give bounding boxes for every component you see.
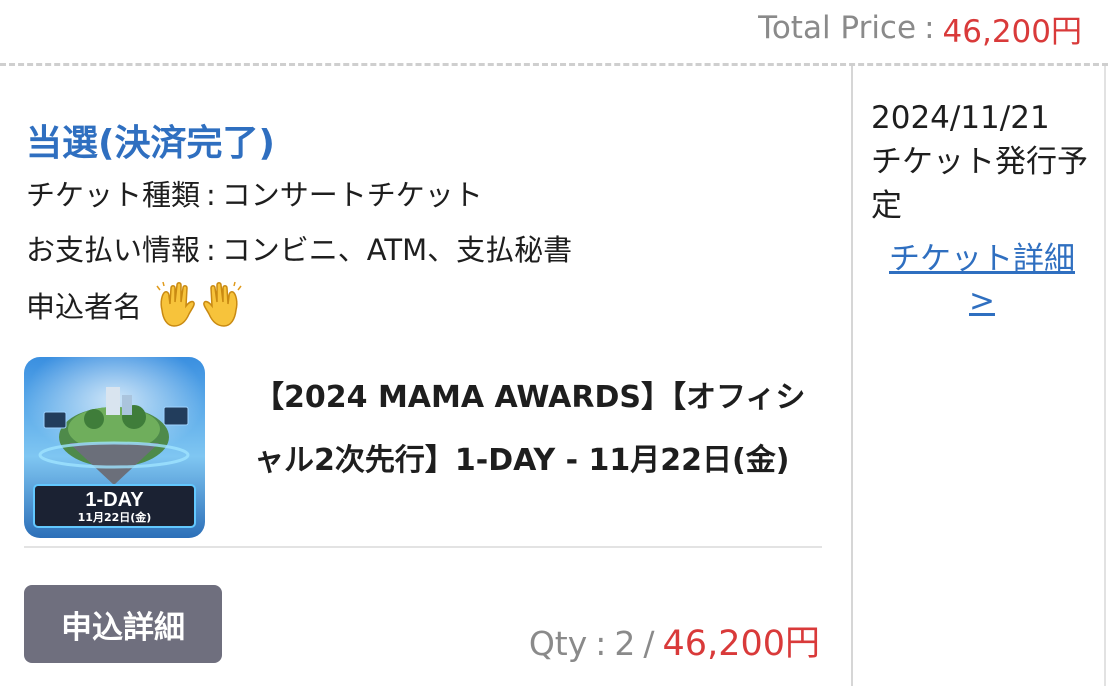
thumbnail-date-text: 11月22日(金) [78, 510, 152, 524]
applicant-name-row: 申込者名 [26, 280, 242, 330]
quantity-price: 46,200円 [662, 624, 820, 664]
ticket-issue-date: 2024/11/21 [871, 100, 1050, 136]
ticket-type-row: チケット種類: コンサートチケット [26, 172, 483, 214]
quantity-slash: / [643, 624, 655, 663]
total-price-value: 46,200円 [942, 13, 1082, 50]
total-price-separator: : [924, 10, 935, 46]
header-divider [0, 63, 1108, 66]
ticket-type-value: コンサートチケット [221, 178, 483, 212]
quantity-count: 2 [614, 624, 636, 663]
payment-info-row: お支払い情報: コンビニ、ATM、支払秘書 [26, 227, 572, 269]
ticket-issue-info: 2024/11/21 チケット発行予定 [871, 96, 1093, 228]
ticket-type-label: チケット種類 [26, 178, 201, 212]
total-price-row: Total Price : 46,200円 [758, 6, 1082, 50]
ticket-detail-link-label[interactable]: チケット詳細 [871, 238, 1093, 280]
ticket-detail-link[interactable]: チケット詳細 > [871, 238, 1093, 322]
column-divider [851, 66, 853, 686]
event-title[interactable]: 【2024 MAMA AWARDS】【オフィシャル2次先行】1-DAY - 11… [254, 366, 814, 492]
ticket-detail-link-arrow[interactable]: > [871, 280, 1093, 322]
event-thumbnail[interactable]: 1-DAY 11月22日(金) [24, 357, 205, 538]
order-status: 当選(決済完了) [26, 123, 275, 164]
total-price-label: Total Price [758, 10, 917, 46]
ticket-issue-text: チケット発行予定 [871, 144, 1088, 224]
payment-info-value: コンビニ、ATM、支払秘書 [221, 233, 573, 267]
application-detail-button[interactable]: 申込詳細 [24, 585, 222, 663]
thumbnail-badge-text: 1-DAY [85, 489, 144, 511]
quantity-label: Qty [528, 624, 588, 663]
applicant-name-label: 申込者名 [26, 290, 143, 324]
raised-hands-icon [156, 280, 242, 330]
ticket-type-colon: : [206, 178, 216, 212]
card-right-edge [1104, 66, 1106, 686]
quantity-row: Qty : 2 / 46,200円 [529, 615, 820, 666]
payment-info-colon: : [206, 233, 216, 267]
quantity-separator: : [595, 624, 607, 663]
payment-info-label: お支払い情報 [26, 233, 201, 267]
item-divider [24, 546, 822, 548]
